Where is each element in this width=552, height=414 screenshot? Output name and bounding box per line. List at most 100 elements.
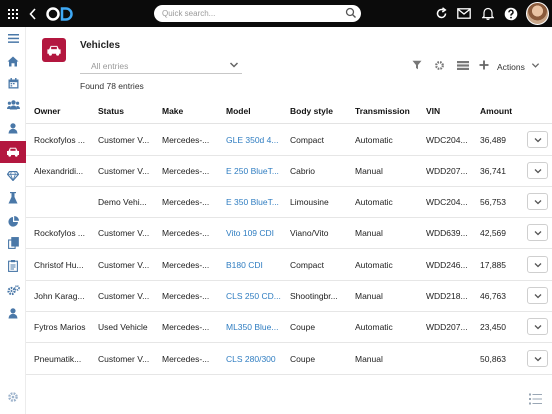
sidebar-item-home[interactable] (0, 50, 26, 72)
column-header-vin[interactable]: VIN (426, 106, 440, 116)
sidebar (0, 27, 26, 414)
cell-body-style: Limousine (290, 197, 329, 207)
column-header-body-style[interactable]: Body style (290, 106, 333, 116)
chevron-down-icon (534, 293, 541, 298)
row-expand-button[interactable] (527, 162, 548, 179)
cell-status: Customer V... (98, 228, 150, 238)
cell-model-link[interactable]: B180 CDI (226, 260, 286, 270)
column-list-icon[interactable] (529, 392, 542, 410)
user-avatar[interactable] (526, 2, 549, 25)
chevron-down-icon (534, 230, 541, 235)
mail-icon[interactable] (455, 0, 473, 27)
sidebar-item-vehicles[interactable] (0, 141, 26, 163)
cell-model-link[interactable]: Vito 109 CDI (226, 228, 286, 238)
column-header-make[interactable]: Make (162, 106, 183, 116)
entries-filter-select[interactable]: All entries (80, 58, 242, 74)
plus-icon (479, 60, 489, 70)
row-expand-button[interactable] (527, 287, 548, 304)
app-logo (45, 0, 75, 27)
quick-search[interactable] (154, 5, 361, 22)
row-expand-button[interactable] (527, 131, 548, 148)
sidebar-item-groups[interactable] (0, 94, 26, 116)
refresh-icon[interactable] (432, 0, 450, 27)
help-icon[interactable] (502, 0, 520, 27)
cell-owner: John Karag... (34, 291, 85, 301)
table-row[interactable]: Demo Vehi... Mercedes-... E 350 BlueT...… (26, 187, 552, 218)
cell-vin: WDD639... (426, 228, 468, 238)
cell-transmission: Manual (355, 228, 383, 238)
cell-amount: 46,763 (480, 291, 506, 301)
table-row[interactable]: John Karag... Customer V... Mercedes-...… (26, 281, 552, 312)
row-expand-button[interactable] (527, 256, 548, 273)
cell-transmission: Automatic (355, 197, 393, 207)
column-header-amount[interactable]: Amount (480, 106, 512, 116)
settings-gear-icon[interactable] (433, 58, 445, 72)
column-header-status[interactable]: Status (98, 106, 124, 116)
car-icon (7, 147, 19, 157)
menu-icon (7, 33, 19, 43)
found-count: Found 78 entries (80, 81, 144, 91)
cell-owner: Alexandridi... (34, 166, 84, 176)
gear-icon[interactable] (7, 390, 19, 408)
diamond-icon (7, 171, 19, 181)
row-expand-button[interactable] (527, 350, 548, 367)
calendar-icon (8, 77, 18, 88)
cell-status: Customer V... (98, 354, 150, 364)
table-row[interactable]: Rockofylos ... Customer V... Mercedes-..… (26, 125, 552, 156)
cell-owner: Pneumatik... (34, 354, 82, 364)
column-header-model[interactable]: Model (226, 106, 251, 116)
column-header-transmission[interactable]: Transmission (355, 106, 410, 116)
cell-status: Demo Vehi... (98, 197, 147, 207)
filter-icon[interactable] (411, 58, 423, 72)
page-title: Vehicles (80, 40, 121, 51)
row-expand-button[interactable] (527, 224, 548, 241)
sidebar-item-tasks[interactable] (0, 255, 26, 277)
column-header-owner[interactable]: Owner (34, 106, 60, 116)
table-row[interactable]: Christof Hu... Customer V... Mercedes-..… (26, 250, 552, 281)
sidebar-item-documents[interactable] (0, 232, 26, 254)
cell-body-style: Shootingbr... (290, 291, 338, 301)
cell-model-link[interactable]: GLE 350d 4... (226, 135, 286, 145)
table-row[interactable]: Rockofylos ... Customer V... Mercedes-..… (26, 218, 552, 249)
sidebar-item-calendar[interactable] (0, 72, 26, 94)
chevron-down-icon (534, 168, 541, 173)
row-expand-button[interactable] (527, 318, 548, 335)
search-input[interactable] (162, 7, 342, 20)
sidebar-item-menu[interactable] (0, 27, 26, 49)
cell-model-link[interactable]: CLS 250 CD... (226, 291, 286, 301)
table-row[interactable]: Pneumatik... Customer V... Mercedes-... … (26, 344, 552, 375)
table-row[interactable]: Fytros Marios Used Vehicle Mercedes-... … (26, 312, 552, 343)
sidebar-item-diamond[interactable] (0, 165, 26, 187)
user-icon (8, 122, 18, 133)
sidebar-item-user[interactable] (0, 117, 26, 139)
cell-body-style: Compact (290, 260, 325, 270)
back-chevron-icon[interactable] (26, 0, 40, 27)
list-view-icon[interactable] (456, 58, 470, 72)
sidebar-item-reports[interactable] (0, 210, 26, 232)
cell-vin: WDD207... (426, 322, 468, 332)
apps-grid-icon[interactable] (4, 0, 22, 27)
cell-make: Mercedes-... (162, 197, 210, 207)
cell-amount: 42,569 (480, 228, 506, 238)
search-icon[interactable] (345, 7, 357, 19)
cell-body-style: Viano/Vito (290, 228, 329, 238)
cell-body-style: Coupe (290, 322, 316, 332)
sidebar-item-settings[interactable] (0, 279, 26, 301)
table-row[interactable]: Alexandridi... Customer V... Mercedes-..… (26, 156, 552, 187)
cell-model-link[interactable]: E 350 BlueT... (226, 197, 286, 207)
cell-status: Used Vehicle (98, 322, 148, 332)
sidebar-item-lab[interactable] (0, 187, 26, 209)
pie-chart-icon (7, 215, 19, 227)
actions-menu[interactable]: Actions (479, 57, 540, 73)
cell-body-style: Coupe (290, 354, 316, 364)
cell-model-link[interactable]: E 250 BlueT... (226, 166, 286, 176)
cell-model-link[interactable]: CLS 280/300 (226, 354, 286, 364)
row-expand-button[interactable] (527, 193, 548, 210)
cell-vin: WDD218... (426, 291, 468, 301)
cell-transmission: Automatic (355, 135, 393, 145)
bell-icon[interactable] (479, 0, 497, 27)
top-bar (0, 0, 552, 27)
sidebar-item-contacts[interactable] (0, 302, 26, 324)
cell-model-link[interactable]: ML350 Blue... (226, 322, 286, 332)
cell-owner: Rockofylos ... (34, 228, 86, 238)
